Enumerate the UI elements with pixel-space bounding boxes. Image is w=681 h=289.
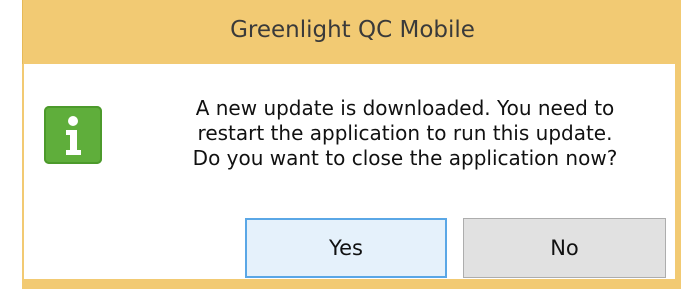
no-button[interactable]: No [463,218,666,278]
window-frame-right [675,64,681,289]
title-bar[interactable]: Greenlight QC Mobile [22,0,681,64]
message-line: restart the application to run this upda… [197,121,613,145]
update-dialog: Greenlight QC Mobile A new update is dow… [0,0,681,289]
message-line: A new update is downloaded. You need to [195,96,615,120]
info-icon [44,106,102,164]
message-line: Do you want to close the application now… [192,146,618,170]
dialog-message: A new update is downloaded. You need to … [150,96,660,171]
window-frame-bottom [22,279,681,289]
window-title: Greenlight QC Mobile [230,17,475,43]
yes-button[interactable]: Yes [245,218,447,278]
